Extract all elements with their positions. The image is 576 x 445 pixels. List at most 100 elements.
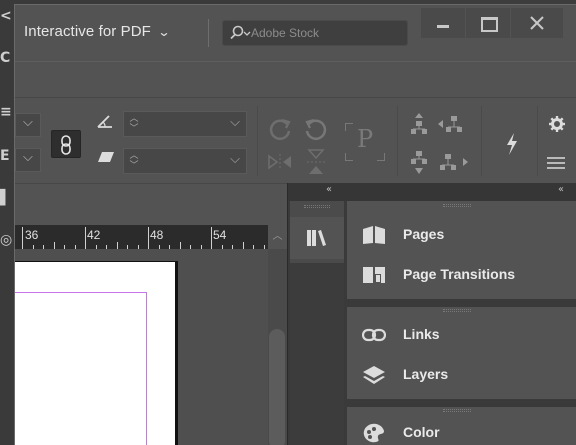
horizontal-ruler[interactable]: 36 42 48 54 <box>15 225 268 249</box>
dock-header: ‹‹ ‹‹ <box>288 183 576 201</box>
select-previous-object-icon[interactable] <box>437 114 469 134</box>
scroll-up-button[interactable]: ︿ <box>268 225 287 249</box>
frame-corner <box>377 153 385 161</box>
workspace-label: Interactive for PDF <box>24 23 151 40</box>
collapse-iconstrip-icon[interactable]: ‹‹ <box>326 184 332 195</box>
rotation-angle-field[interactable]: ︿ ﹀ ⌵ <box>123 111 247 137</box>
ruler-tick <box>179 242 181 249</box>
select-next-object-icon[interactable] <box>437 152 469 172</box>
gear-icon[interactable] <box>549 116 565 132</box>
document-tab-bar <box>15 183 287 223</box>
document-area: 36 42 48 54 ︿ <box>15 183 287 445</box>
text-frame-indicator[interactable]: P <box>345 123 385 161</box>
background-window-icon: ▌ <box>0 190 11 206</box>
chevron-down-icon[interactable]: ⌵ <box>230 152 240 167</box>
shear-angle-icon <box>98 152 114 162</box>
panel-item-layers[interactable]: Layers <box>347 357 576 393</box>
rotate-counterclockwise-icon[interactable] <box>303 116 329 142</box>
ruler-label: 36 <box>25 228 39 242</box>
stepper-arrows-icon[interactable]: ︿ ﹀ <box>128 114 140 134</box>
background-window-icon: < <box>0 8 12 24</box>
control-divider <box>397 106 398 176</box>
chevron-down-icon[interactable]: ⌵ <box>230 115 240 130</box>
panel-dock: ‹‹ ‹‹ Pages Page Transitions Links Layer… <box>287 183 576 445</box>
adobe-stock-search[interactable] <box>222 20 408 46</box>
control-divider <box>537 106 538 176</box>
collapse-panels-icon[interactable]: ‹‹ <box>558 184 564 195</box>
layers-icon <box>363 366 385 384</box>
reference-point-dropdown[interactable] <box>15 113 41 137</box>
rotate-clockwise-icon[interactable] <box>267 116 293 142</box>
ruler-tick <box>85 227 86 249</box>
drag-grip[interactable] <box>443 204 471 207</box>
close-button[interactable] <box>511 8 563 38</box>
vertical-scrollbar[interactable] <box>268 249 287 445</box>
panel-list: Pages Page Transitions Links Layers Colo… <box>347 201 576 445</box>
margin-guide <box>15 292 147 445</box>
select-container-icon[interactable] <box>409 112 429 136</box>
ruler-tick <box>242 242 244 249</box>
icon-strip-empty <box>290 263 344 445</box>
frame-corner <box>345 123 353 131</box>
title-bar: Interactive for PDF ⌄ <box>15 5 576 61</box>
panel-group-separator <box>347 299 576 307</box>
panel-item-links[interactable]: Links <box>347 317 576 353</box>
scrollbar-thumb[interactable] <box>269 329 285 445</box>
drag-grip[interactable] <box>443 309 471 312</box>
panel-item-pages[interactable]: Pages <box>347 217 576 253</box>
panel-item-page-transitions[interactable]: Page Transitions <box>347 257 576 293</box>
maximize-button[interactable] <box>466 8 510 38</box>
panel-item-color[interactable]: Color <box>347 415 576 445</box>
flip-vertical-icon[interactable] <box>305 148 327 176</box>
minimize-button[interactable] <box>421 8 465 38</box>
panel-item-label: Layers <box>403 366 449 382</box>
shear-angle-field[interactable]: ︿ ﹀ ⌵ <box>123 148 247 174</box>
document-page[interactable] <box>15 261 178 445</box>
panel-item-label: Pages <box>403 226 445 242</box>
close-icon <box>530 16 544 30</box>
reference-point-dropdown[interactable] <box>15 148 41 172</box>
rotation-angle-input[interactable] <box>144 115 224 133</box>
workspace-switcher[interactable]: Interactive for PDF ⌄ <box>24 23 171 40</box>
stepper-arrows-icon[interactable]: ︿ ﹀ <box>128 151 140 171</box>
control-divider <box>257 106 258 176</box>
paragraph-p-icon: P <box>357 125 374 153</box>
ruler-tick <box>22 227 23 249</box>
ruler-tick <box>211 227 212 249</box>
panel-item-label: Links <box>403 326 440 342</box>
select-content-icon[interactable] <box>409 150 429 176</box>
pasteboard[interactable] <box>15 249 268 445</box>
ruler-tick <box>148 227 149 249</box>
pages-icon <box>363 226 385 244</box>
constrain-proportions-button[interactable] <box>51 130 81 158</box>
chain-link-icon <box>61 135 71 155</box>
frame-corner <box>345 153 353 161</box>
title-divider <box>208 19 209 47</box>
drag-grip[interactable] <box>304 205 330 208</box>
color-icon <box>363 423 384 443</box>
ruler-label: 48 <box>150 228 164 242</box>
ruler-tick <box>116 242 118 249</box>
indesign-window: Interactive for PDF ⌄ Adobe Stock ⌵ ⌵ ︿ … <box>14 4 576 445</box>
libraries-icon <box>307 230 326 246</box>
background-window-icon: ≡ <box>0 104 12 120</box>
ruler-label: 54 <box>213 228 227 242</box>
quick-apply-lightning-icon[interactable] <box>505 132 519 156</box>
menu-bar <box>15 61 576 97</box>
panel-item-label: Color <box>403 424 440 440</box>
control-divider <box>481 106 482 176</box>
ruler-tick <box>53 242 55 249</box>
hamburger-menu-icon[interactable] <box>547 156 565 170</box>
background-window-icon: C <box>0 50 11 66</box>
libraries-button[interactable] <box>290 217 344 259</box>
search-input[interactable] <box>251 24 401 42</box>
search-icon <box>230 25 251 40</box>
flip-horizontal-icon[interactable] <box>267 152 293 172</box>
shear-angle-input[interactable] <box>144 152 224 170</box>
panel-group-separator <box>347 399 576 407</box>
page-transitions-icon <box>363 267 385 283</box>
rotation-angle-icon <box>97 115 112 128</box>
panel-icon-strip <box>290 201 344 445</box>
drag-grip[interactable] <box>443 409 471 412</box>
control-panel: ︿﹀ ⌵ ︿﹀ ⌵ <box>15 97 576 183</box>
